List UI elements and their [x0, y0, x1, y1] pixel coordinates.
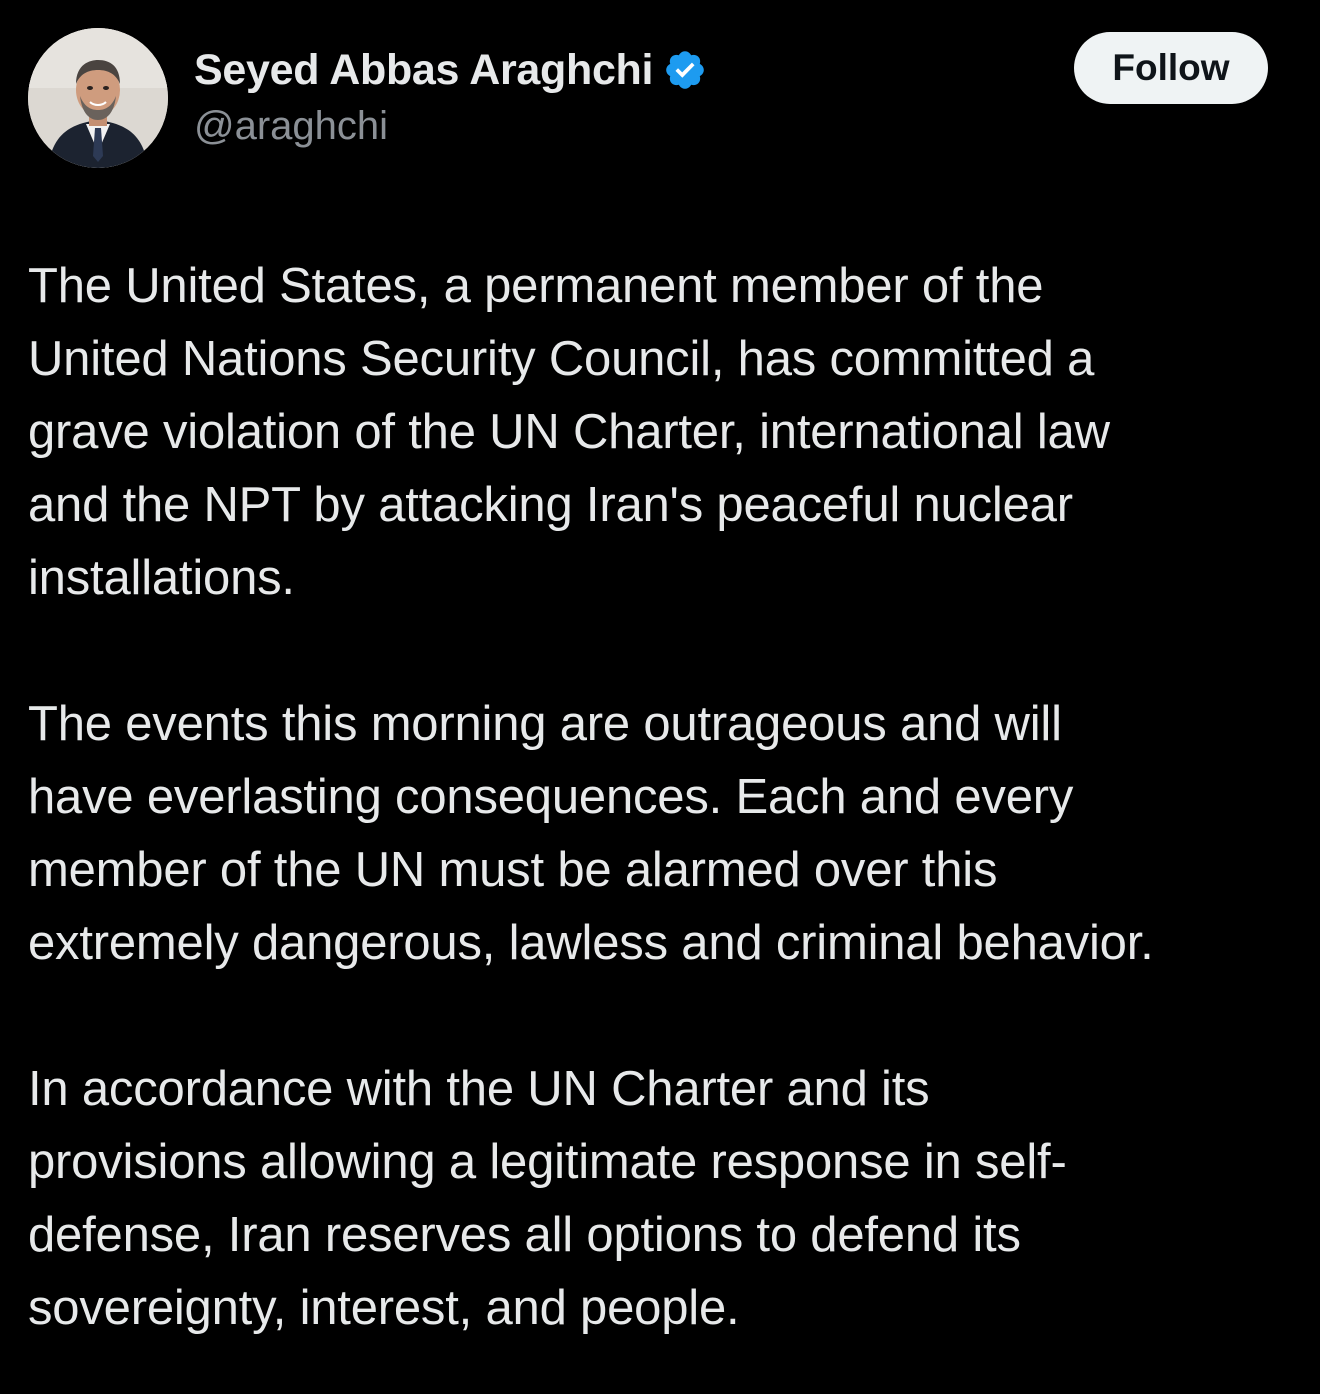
avatar-photo-icon	[28, 28, 168, 168]
tweet-card: Seyed Abbas Araghchi @araghchi Follow Th…	[0, 0, 1320, 1394]
tweet-paragraph: The events this morning are outrageous a…	[28, 697, 1154, 970]
verified-badge-icon	[663, 48, 707, 92]
tweet-paragraph: In accordance with the UN Charter and it…	[28, 1062, 1067, 1335]
tweet-text: The United States, a permanent member of…	[28, 250, 1308, 1345]
author-handle[interactable]: @araghchi	[194, 104, 388, 149]
author-name-row: Seyed Abbas Araghchi	[194, 42, 707, 98]
author-avatar[interactable]	[28, 28, 168, 168]
author-display-name[interactable]: Seyed Abbas Araghchi	[194, 46, 653, 95]
follow-button[interactable]: Follow	[1074, 32, 1268, 104]
tweet-paragraph: The United States, a permanent member of…	[28, 259, 1110, 605]
